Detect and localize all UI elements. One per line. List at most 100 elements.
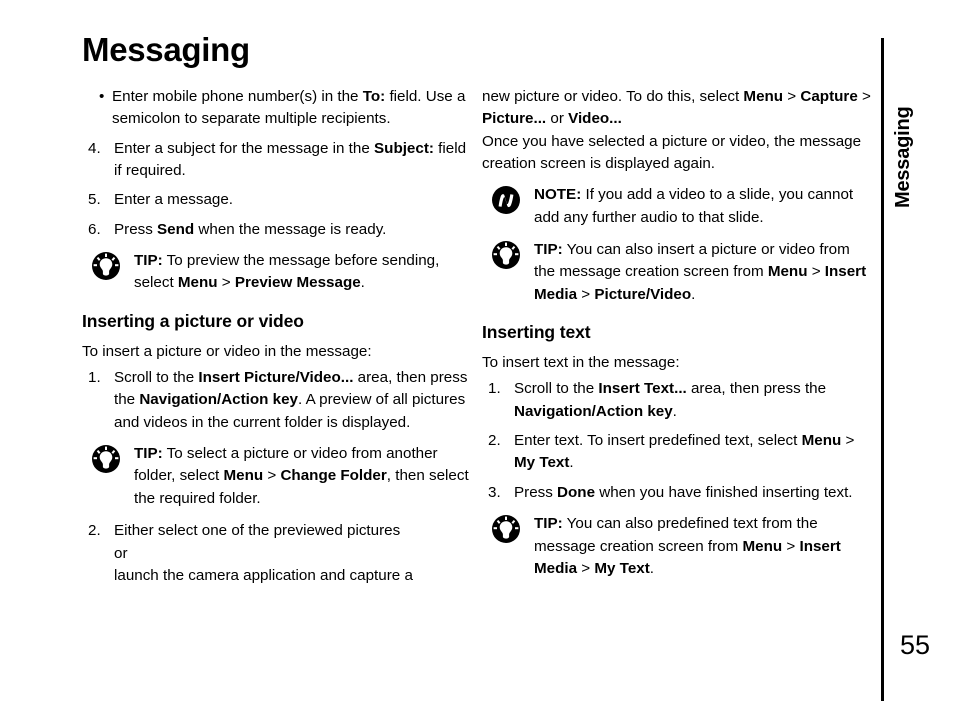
- emphasis-text: Navigation/Action key: [139, 391, 299, 409]
- emphasis-text: Menu: [743, 88, 784, 105]
- lightbulb-icon: [491, 514, 521, 544]
- chapter-tab-label: Messaging: [866, 0, 914, 208]
- bullet-marker: •: [99, 88, 105, 105]
- emphasis-text: Menu: [801, 432, 842, 450]
- document-body: • Enter mobile phone number(s) in the To:…: [82, 86, 872, 646]
- callout-text: >: [782, 537, 800, 555]
- list-item-text: >: [841, 432, 855, 450]
- list-item: 2. Either select one of the previewed pic…: [82, 520, 472, 587]
- list-number: 5.: [88, 191, 101, 209]
- note-callout: NOTE: If you add a video to a slide, you…: [482, 184, 872, 229]
- callout-text: >: [263, 467, 281, 485]
- callout-label: TIP:: [134, 252, 163, 270]
- emphasis-text: Menu: [223, 467, 264, 485]
- tip-callout: TIP: To preview the message before sendi…: [82, 250, 472, 295]
- emphasis-text: Picture...: [482, 110, 547, 128]
- paragraph-text: Once you have selected a picture or vide…: [482, 132, 862, 173]
- section-heading-inserting-text: Inserting text: [482, 322, 591, 343]
- list-item: • Enter mobile phone number(s) in the To:…: [82, 86, 472, 131]
- list-item-text: Press: [514, 483, 558, 501]
- paragraph-text: new picture or video. To do this, select: [482, 88, 744, 105]
- note-icon: [491, 185, 521, 215]
- list-item-text: Enter mobile phone number(s) in the: [112, 88, 363, 105]
- section-intro: To insert a picture or video in the mess…: [82, 342, 372, 360]
- emphasis-text: Done: [557, 483, 596, 501]
- list-number: 6.: [88, 220, 101, 238]
- continuation-paragraph: new picture or video. To do this, select…: [482, 86, 872, 175]
- list-item-text: .: [672, 402, 677, 420]
- emphasis-text: Menu: [767, 263, 808, 281]
- callout-label: TIP:: [534, 241, 563, 259]
- emphasis-text: Capture: [800, 88, 858, 105]
- list-item-text: Enter text. To insert predefined text, s…: [514, 432, 802, 450]
- margin-divider-rule: [881, 38, 884, 701]
- list-item-text: Scroll to the: [514, 380, 599, 398]
- emphasis-text: My Text: [594, 559, 650, 577]
- list-item: 6. Press Send when the message is ready.: [82, 219, 472, 241]
- section-intro: To insert text in the message:: [482, 354, 680, 372]
- callout-text: >: [217, 274, 235, 292]
- list-item: 5. Enter a message.: [82, 189, 472, 211]
- tip-callout: TIP: You can also predefined text from t…: [482, 513, 872, 580]
- emphasis-text: Insert Text...: [598, 380, 687, 398]
- tip-callout: TIP: You can also insert a picture or vi…: [482, 239, 872, 306]
- emphasis-text: Send: [157, 220, 195, 238]
- paragraph-text: >: [783, 88, 801, 105]
- paragraph-text: >: [857, 88, 871, 105]
- list-item-text: when you have finished inserting text.: [595, 483, 853, 501]
- emphasis-text: To:: [362, 88, 386, 105]
- list-number: 3.: [488, 483, 501, 501]
- list-number: 2.: [488, 432, 501, 450]
- emphasis-text: Navigation/Action key: [514, 402, 673, 420]
- tip-callout: TIP: To select a picture or video from a…: [82, 443, 472, 510]
- section-heading-inserting-picture: Inserting a picture or video: [82, 310, 304, 331]
- right-column: new picture or video. To do this, select…: [482, 86, 872, 590]
- emphasis-text: Insert Picture/Video...: [198, 369, 354, 387]
- callout-text: If you add a video to a slide, you canno…: [534, 186, 854, 226]
- emphasis-text: Menu: [742, 537, 783, 555]
- callout-label: NOTE:: [534, 186, 582, 204]
- list-item-text: Enter a subject for the message in the: [114, 139, 375, 157]
- lightbulb-icon: [91, 444, 121, 474]
- list-number: 2.: [88, 522, 101, 540]
- page-number: 55: [900, 630, 931, 660]
- paragraph-text: or: [546, 110, 569, 128]
- lightbulb-icon: [91, 251, 121, 281]
- left-column: • Enter mobile phone number(s) in the To:…: [82, 86, 472, 594]
- list-number: 1.: [88, 369, 101, 387]
- chapter-tab-text: Messaging: [892, 106, 914, 208]
- emphasis-text: Preview Message: [234, 274, 361, 292]
- list-number: 4.: [88, 139, 101, 157]
- emphasis-text: Picture/Video: [594, 285, 692, 303]
- list-item-text: launch the camera application and captur…: [114, 566, 413, 584]
- list-item-text: Either select one of the previewed pictu…: [114, 522, 401, 540]
- list-item-text: area, then press the: [686, 380, 827, 398]
- callout-text: .: [360, 274, 365, 292]
- list-item-text: .: [569, 454, 574, 472]
- emphasis-text: Menu: [177, 274, 218, 292]
- emphasis-text: Subject:: [374, 139, 434, 157]
- lightbulb-icon: [491, 240, 521, 270]
- callout-text: >: [807, 263, 825, 281]
- list-item: 3. Press Done when you have finished inse…: [482, 482, 872, 504]
- emphasis-text: Change Folder: [280, 467, 387, 485]
- page-title: Messaging: [82, 31, 250, 68]
- emphasis-text: Video...: [568, 110, 622, 128]
- callout-text: .: [649, 559, 655, 577]
- list-item: 1. Scroll to the Insert Text... area, the…: [482, 378, 872, 423]
- callout-text: >: [577, 285, 595, 303]
- emphasis-text: My Text: [514, 454, 570, 472]
- list-item-text: Enter a message.: [114, 191, 234, 209]
- list-item-text: Scroll to the: [114, 369, 199, 387]
- callout-text: >: [577, 559, 595, 577]
- list-item-text: or: [114, 544, 128, 562]
- callout-label: TIP:: [134, 445, 163, 463]
- list-number: 1.: [488, 380, 501, 398]
- callout-text: .: [691, 285, 696, 303]
- list-item: 2. Enter text. To insert predefined text,…: [482, 430, 872, 475]
- callout-label: TIP:: [534, 515, 563, 533]
- list-item-text: Press: [114, 220, 158, 238]
- list-item: 1. Scroll to the Insert Picture/Video... …: [82, 367, 472, 434]
- list-item-text: when the message is ready.: [194, 220, 387, 238]
- list-item: 4. Enter a subject for the message in the…: [82, 138, 472, 183]
